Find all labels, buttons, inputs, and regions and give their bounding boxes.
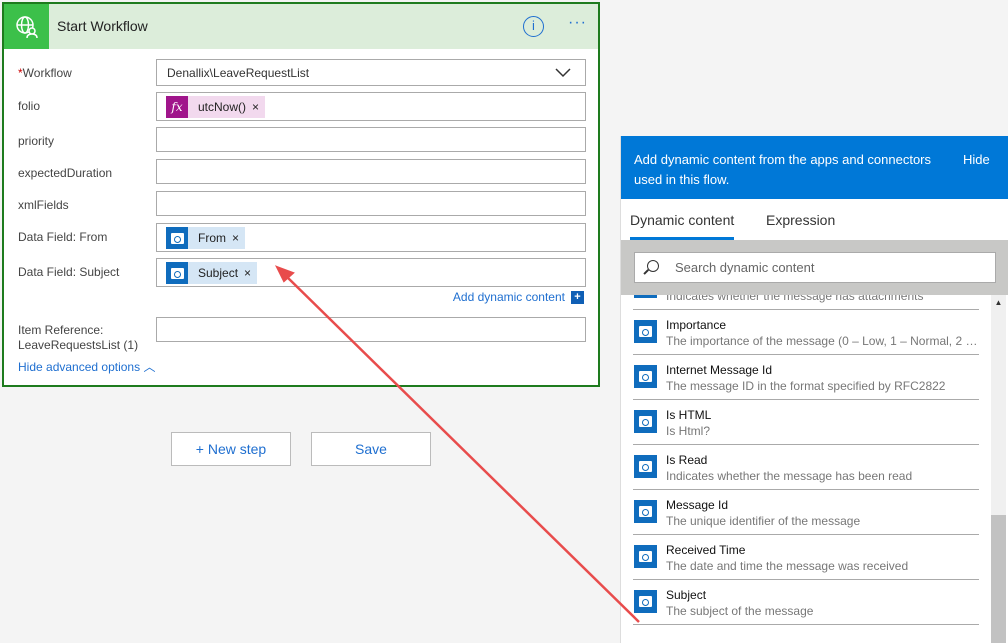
annotation-arrow <box>274 265 640 623</box>
